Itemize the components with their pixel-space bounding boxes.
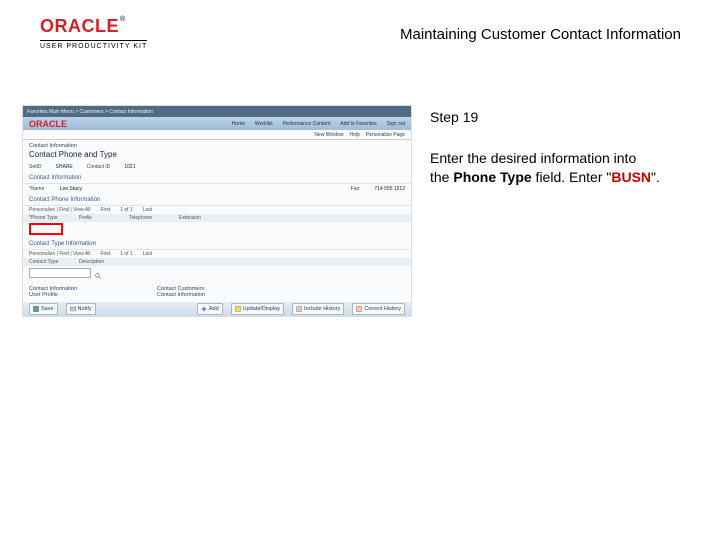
ss-brand: ORACLE [29,119,67,129]
ss-col-extension: Extension [179,215,219,221]
ss-page-heading: Contact Phone and Type [29,150,405,159]
ss-fax-value: 714 555 1212 [374,186,405,192]
ss-first2: First [100,251,110,257]
ss-fax-label: Fax: [351,186,361,192]
ss-personalize-link2: Personalize | Find | View All [29,251,90,257]
add-button: Add [197,303,223,315]
update-button: Update/Display [231,303,284,315]
phone-type-field-highlight[interactable] [29,223,63,235]
ss-global-nav: ORACLE Home Worklist Performance Content… [23,117,411,130]
ss-nav-signout: Sign out [387,121,405,127]
brand-sub: USER PRODUCTIVITY KIT [40,40,147,50]
brand-main: ORACLE [40,16,119,36]
notify-button: Notify [66,303,96,315]
ss-link-contactinfo2: Contact Information [157,292,205,298]
correct-label: Correct History [364,306,401,312]
update-icon [235,306,241,312]
ss-subnav: New Window Help Personalize Page [23,130,411,140]
ss-type-grid-toolbar: Personalize | Find | View All First 1 of… [23,250,411,258]
ss-name-value: Lee,Stacy [60,186,82,192]
ss-breadcrumb-bar: Favorites Main Menu > Customers > Contac… [23,106,411,117]
add-label: Add [209,306,219,312]
ss-rowcount: 1 of 1 [120,207,133,213]
update-label: Update/Display [243,306,280,312]
ss-breadcrumb: Favorites Main Menu > Customers > Contac… [27,109,153,115]
search-icon [95,273,101,280]
history-label: Include History [304,306,340,312]
ss-col-prefix: Prefix [79,215,119,221]
save-label: Save [41,306,54,312]
notify-icon [70,306,76,312]
ss-personalize: Personalize Page [366,132,405,138]
ss-section-phoneinfo: Contact Phone Information [23,195,411,206]
ss-help: Help [350,132,360,138]
ss-nav-home: Home [232,121,245,127]
instruction-panel: Step 19 Enter the desired information in… [430,108,680,187]
ss-setid-value: SHARE [56,164,73,170]
ss-section-typeinfo: Contact Type Information [23,239,411,250]
ss-page-breadcrumb: Contact Information [29,143,405,149]
brand-tm: ® [120,16,125,23]
ss-link-userprofile: User Profile [29,292,77,298]
ss-last: Last [143,207,152,213]
ss-lower-links: Contact Information User Profile Contact… [23,282,411,302]
ss-col-contacttype: Contact Type [29,259,69,265]
ss-section-contactinfo: Contact Information [23,173,411,184]
history-icon [296,306,302,312]
instr-line2c: ". [651,169,660,185]
save-button: Save [29,303,58,315]
ss-first: First [100,207,110,213]
ss-nav-pc: Performance Content [283,121,331,127]
instr-field: Phone Type [453,169,531,185]
instr-line2b: field. Enter " [532,169,612,185]
history-button: Include History [292,303,344,315]
ss-col-telephone: Telephone [129,215,169,221]
ss-phone-grid-header: *Phone Type Prefix Telephone Extension [23,214,411,222]
ss-setid-label: SetID [29,164,42,170]
ss-name-label: *Name: [29,186,46,192]
ss-contactid-label: Contact ID [87,164,111,170]
ss-phone-grid-toolbar: Personalize | Find | View All First 1 of… [23,206,411,214]
embedded-screenshot: Favorites Main Menu > Customers > Contac… [22,105,412,317]
correct-icon [356,306,362,312]
save-icon [33,306,39,312]
ss-footer: Save Notify Add Update/Display Include H… [23,302,411,316]
ss-type-row [23,266,411,282]
instr-line1: Enter the desired information into [430,150,636,166]
ss-last2: Last [143,251,152,257]
instr-line2a: the [430,169,453,185]
oracle-upk-logo: ORACLE® USER PRODUCTIVITY KIT [40,16,147,50]
ss-type-grid-header: Contact Type Description [23,258,411,266]
page-title: Maintaining Customer Contact Information [400,26,690,43]
instr-value: BUSN [611,169,651,185]
ss-rowcount2: 1 of 1 [120,251,133,257]
correct-button: Correct History [352,303,405,315]
ss-newwindow: New Window [314,132,343,138]
ss-contacttype-dropdown [29,268,91,278]
ss-nav-addfav: Add to Favorites [340,121,376,127]
ss-nav-worklist: Worklist [255,121,273,127]
step-label: Step 19 [430,108,680,127]
instruction-text: Enter the desired information into the P… [430,149,680,187]
notify-label: Notify [78,306,92,312]
ss-personalize-link: Personalize | Find | View All [29,207,90,213]
plus-icon [201,306,207,312]
ss-phone-grid-row [23,222,411,238]
ss-contactid-value: 1021 [124,164,135,170]
ss-col-phonetype: *Phone Type [29,215,69,221]
ss-info-row: SetID SHARE Contact ID 1021 [23,162,411,172]
ss-col-description: Description [79,259,119,265]
